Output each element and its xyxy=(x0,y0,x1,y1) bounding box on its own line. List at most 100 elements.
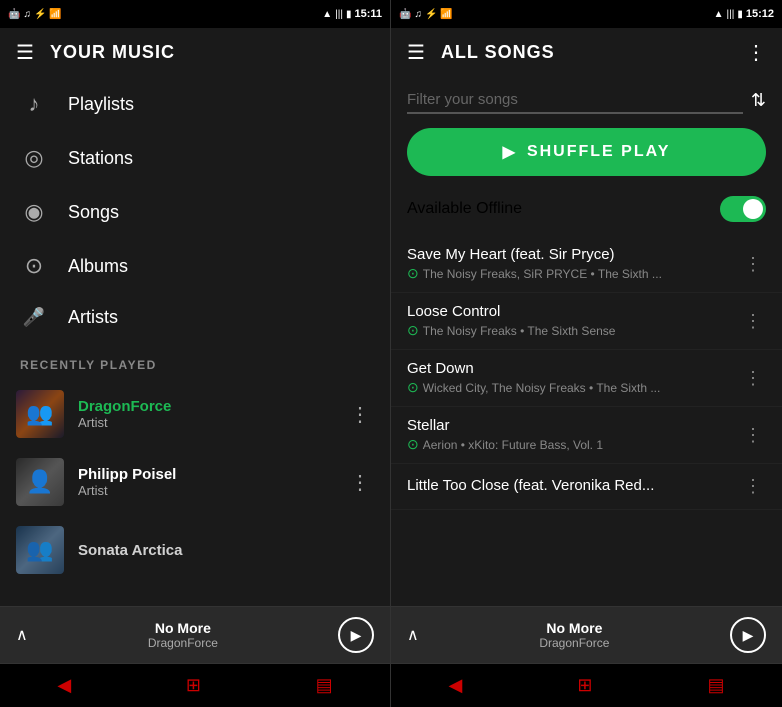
status-bar-right: 🤖 ♫ ⚡ 📶 ▲ ||| ▮ 15:12 xyxy=(391,0,782,28)
player-info-left: No More DragonForce xyxy=(40,620,326,650)
right-header: ☰ ALL SONGS ⋮ xyxy=(391,28,782,77)
song-meta-0: ⊙ The Noisy Freaks, SiR PRYCE • The Sixt… xyxy=(407,265,732,282)
recents-button-left[interactable]: ▤ xyxy=(316,675,333,696)
bottom-nav-left: ◀ ⊞ ▤ xyxy=(0,663,390,707)
band-image: 👥 xyxy=(16,390,64,438)
nav-label-playlists: Playlists xyxy=(68,94,134,115)
right-status-icons-left2: 🤖 ♫ ⚡ 📶 xyxy=(399,9,453,20)
nav-item-stations[interactable]: ◎ Stations xyxy=(0,131,390,185)
dragonforce-more[interactable]: ⋮ xyxy=(346,398,374,431)
song-item-2[interactable]: Get Down ⊙ Wicked City, The Noisy Freaks… xyxy=(391,350,782,407)
song-more-2[interactable]: ⋮ xyxy=(740,366,766,391)
left-panel: 🤖 ♫ ⚡ 📶 ▲ ||| ▮ 15:11 ☰ YOUR MUSIC ♪ Pla… xyxy=(0,0,391,707)
song-title-1: Loose Control xyxy=(407,303,732,320)
battery-icon: ▮ xyxy=(346,9,352,20)
back-button-right[interactable]: ◀ xyxy=(449,675,463,696)
signal-icon-r: 📶 xyxy=(440,9,452,20)
song-list: Save My Heart (feat. Sir Pryce) ⊙ The No… xyxy=(391,236,782,606)
download-icon-1: ⊙ xyxy=(407,322,419,339)
philipp-thumbnail: 👤 xyxy=(16,458,64,506)
philipp-sub: Artist xyxy=(78,483,332,498)
android-icon-r: 🤖 xyxy=(399,9,411,20)
song-more-3[interactable]: ⋮ xyxy=(740,423,766,448)
play-triangle-icon: ▶ xyxy=(503,142,517,162)
home-button-right[interactable]: ⊞ xyxy=(577,675,592,696)
song-item-0[interactable]: Save My Heart (feat. Sir Pryce) ⊙ The No… xyxy=(391,236,782,293)
spotify-icon-r: ♫ xyxy=(414,9,422,20)
song-more-4[interactable]: ⋮ xyxy=(740,474,766,499)
song-title-4: Little Too Close (feat. Veronika Red... xyxy=(407,477,732,494)
nav-item-albums[interactable]: ⊙ Albums xyxy=(0,239,390,293)
song-info-3: Stellar ⊙ Aerion • xKito: Future Bass, V… xyxy=(407,417,732,453)
nav-label-artists: Artists xyxy=(68,307,118,328)
album-icon: ⊙ xyxy=(20,253,48,279)
wifi-icon: ▲ xyxy=(322,9,332,20)
radio-icon: ◎ xyxy=(20,145,48,171)
song-meta-3: ⊙ Aerion • xKito: Future Bass, Vol. 1 xyxy=(407,436,732,453)
filter-input[interactable] xyxy=(407,87,743,114)
time-left: 15:11 xyxy=(354,8,382,20)
song-meta-2: ⊙ Wicked City, The Noisy Freaks • The Si… xyxy=(407,379,732,396)
bottom-player-right: ∧ No More DragonForce ▶ xyxy=(391,606,782,663)
song-item-1[interactable]: Loose Control ⊙ The Noisy Freaks • The S… xyxy=(391,293,782,350)
left-status-icons: 🤖 ♫ ⚡ 📶 xyxy=(8,9,62,20)
signal-bars-r: ||| xyxy=(727,9,735,20)
nav-item-songs[interactable]: ◉ Songs xyxy=(0,185,390,239)
player-expand-right[interactable]: ∧ xyxy=(407,625,419,645)
hamburger-menu-right[interactable]: ☰ xyxy=(407,40,425,65)
play-button-left[interactable]: ▶ xyxy=(338,617,374,653)
home-button-left[interactable]: ⊞ xyxy=(186,675,201,696)
offline-toggle[interactable] xyxy=(720,196,766,222)
recent-item-dragonforce[interactable]: 👥 DragonForce Artist ⋮ xyxy=(0,380,390,448)
shuffle-play-button[interactable]: ▶ SHUFFLE PLAY xyxy=(407,128,766,176)
song-more-1[interactable]: ⋮ xyxy=(740,309,766,334)
nav-label-stations: Stations xyxy=(68,148,133,169)
song-more-0[interactable]: ⋮ xyxy=(740,252,766,277)
song-title-0: Save My Heart (feat. Sir Pryce) xyxy=(407,246,732,263)
player-track-right: No More xyxy=(431,620,718,636)
sort-icon[interactable]: ⇅ xyxy=(751,90,766,111)
song-title-2: Get Down xyxy=(407,360,732,377)
hamburger-menu-left[interactable]: ☰ xyxy=(16,40,34,65)
recent-item-sonata[interactable]: 👥 Sonata Arctica xyxy=(0,516,390,584)
recently-played-label: RECENTLY PLAYED xyxy=(0,342,390,380)
spotify-icon: ♫ xyxy=(23,9,31,20)
usb-icon: ⚡ xyxy=(34,9,46,20)
battery-icon-r: ▮ xyxy=(737,9,743,20)
back-button-left[interactable]: ◀ xyxy=(57,675,71,696)
song-info-2: Get Down ⊙ Wicked City, The Noisy Freaks… xyxy=(407,360,732,396)
song-item-4[interactable]: Little Too Close (feat. Veronika Red... … xyxy=(391,464,782,510)
philipp-name: Philipp Poisel xyxy=(78,466,332,483)
left-header: ☰ YOUR MUSIC xyxy=(0,28,390,77)
philipp-more[interactable]: ⋮ xyxy=(346,466,374,499)
time-right: 15:12 xyxy=(746,8,774,20)
right-status-icons-left: ▲ ||| ▮ 15:11 xyxy=(322,8,382,20)
status-bar-left: 🤖 ♫ ⚡ 📶 ▲ ||| ▮ 15:11 xyxy=(0,0,390,28)
dragonforce-sub: Artist xyxy=(78,415,332,430)
song-meta-1: ⊙ The Noisy Freaks • The Sixth Sense xyxy=(407,322,732,339)
play-button-right[interactable]: ▶ xyxy=(730,617,766,653)
recent-item-philipp[interactable]: 👤 Philipp Poisel Artist ⋮ xyxy=(0,448,390,516)
nav-item-artists[interactable]: 🎤 Artists xyxy=(0,293,390,342)
dragonforce-thumbnail: 👥 xyxy=(16,390,64,438)
player-expand-left[interactable]: ∧ xyxy=(16,625,28,645)
page-title-left: YOUR MUSIC xyxy=(50,42,175,63)
page-title-right: ALL SONGS xyxy=(441,42,555,63)
dragonforce-name: DragonForce xyxy=(78,398,332,415)
player-info-right: No More DragonForce xyxy=(431,620,718,650)
usb-icon-r: ⚡ xyxy=(425,9,437,20)
recents-button-right[interactable]: ▤ xyxy=(707,675,724,696)
nav-label-songs: Songs xyxy=(68,202,119,223)
sonata-thumbnail: 👥 xyxy=(16,526,64,574)
song-info-0: Save My Heart (feat. Sir Pryce) ⊙ The No… xyxy=(407,246,732,282)
offline-label: Available Offline xyxy=(407,200,522,218)
song-info-4: Little Too Close (feat. Veronika Red... xyxy=(407,477,732,496)
bottom-player-left: ∧ No More DragonForce ▶ xyxy=(0,606,390,663)
player-artist-right: DragonForce xyxy=(431,636,718,650)
more-options-right[interactable]: ⋮ xyxy=(746,40,766,65)
shuffle-label: SHUFFLE PLAY xyxy=(527,143,670,161)
nav-item-playlists[interactable]: ♪ Playlists xyxy=(0,77,390,131)
signal-bars: ||| xyxy=(335,9,343,20)
philipp-info: Philipp Poisel Artist xyxy=(78,466,332,498)
song-item-3[interactable]: Stellar ⊙ Aerion • xKito: Future Bass, V… xyxy=(391,407,782,464)
